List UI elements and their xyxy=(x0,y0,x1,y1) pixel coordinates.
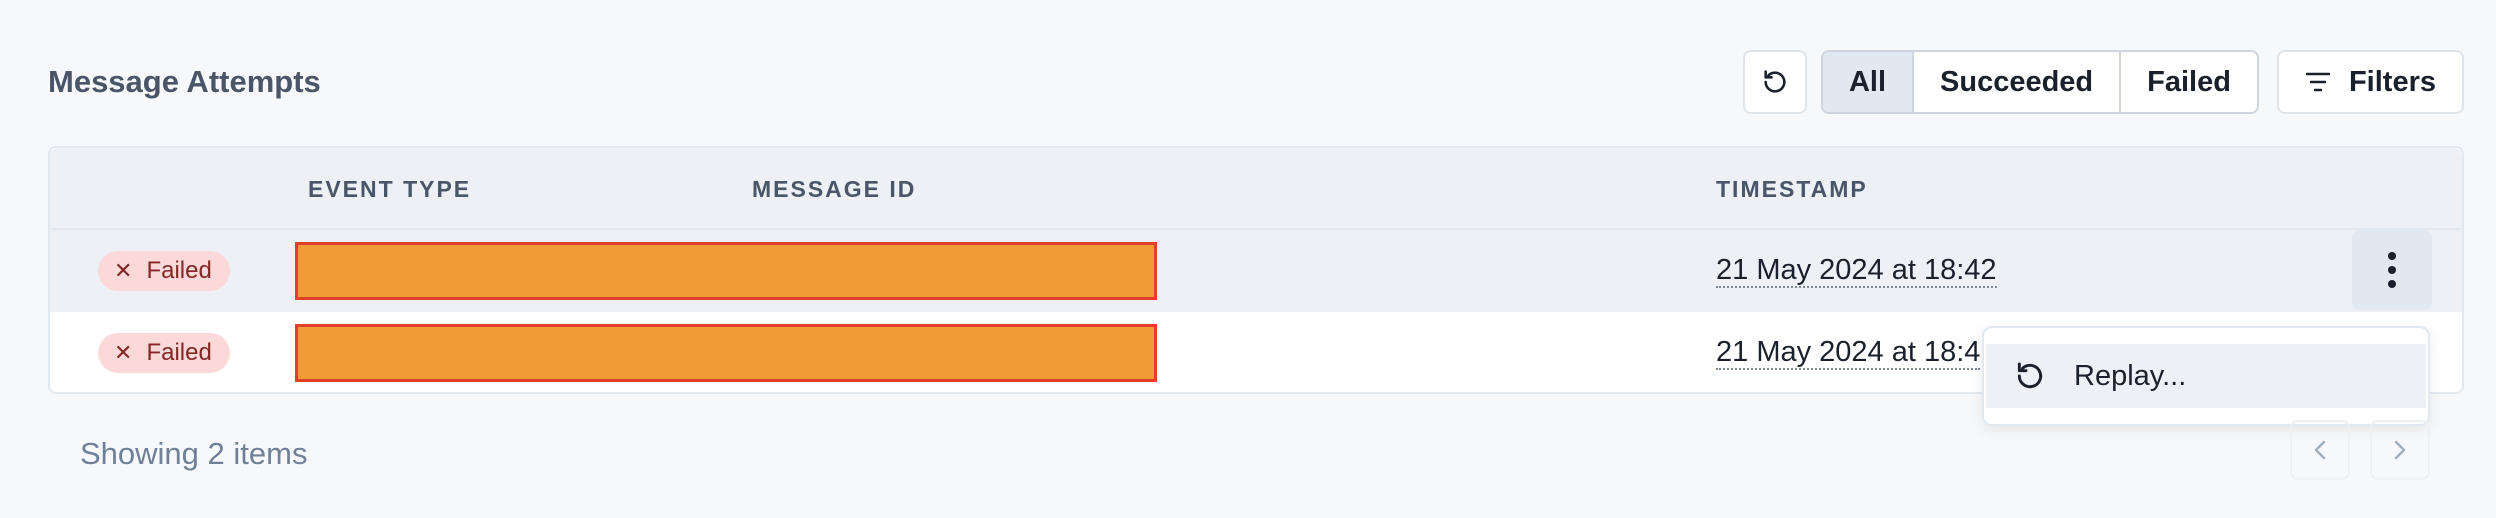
status-badge: ✕ Failed xyxy=(98,251,230,291)
redacted-content xyxy=(295,324,1157,382)
close-icon: ✕ xyxy=(114,340,133,365)
timestamp[interactable]: 21 May 2024 at 18:4 xyxy=(1716,336,1981,370)
item-count: Showing 2 items xyxy=(80,436,308,471)
status-label: Failed xyxy=(146,257,212,284)
status-badge: ✕ Failed xyxy=(98,333,230,373)
chevron-right-icon xyxy=(2394,440,2406,460)
row-actions-button[interactable] xyxy=(2352,230,2432,310)
segment-succeeded[interactable]: Succeeded xyxy=(1914,52,2122,112)
filters-button[interactable]: Filters xyxy=(2276,50,2464,114)
column-event-type: EVENT TYPE xyxy=(308,176,472,202)
filter-icon xyxy=(2305,72,2331,92)
table-header: EVENT TYPE MESSAGE ID TIMESTAMP xyxy=(50,148,2462,230)
column-timestamp: TIMESTAMP xyxy=(1716,176,1868,202)
menu-item-replay[interactable]: Replay... xyxy=(1986,344,2426,408)
next-page-button[interactable] xyxy=(2370,420,2430,480)
toolbar: All Succeeded Failed Filters xyxy=(1742,50,2464,114)
replay-icon xyxy=(2017,362,2043,389)
filters-label: Filters xyxy=(2348,65,2436,98)
redacted-content xyxy=(295,242,1157,300)
segment-all[interactable]: All xyxy=(1822,52,1915,112)
refresh-icon xyxy=(1764,70,1786,93)
row-actions-menu: Replay... xyxy=(1982,326,2430,426)
close-icon: ✕ xyxy=(114,258,133,283)
timestamp[interactable]: 21 May 2024 at 18:42 xyxy=(1716,254,1997,288)
menu-item-label: Replay... xyxy=(2074,359,2187,392)
status-label: Failed xyxy=(146,339,212,366)
page-title: Message Attempts xyxy=(48,64,321,99)
more-vertical-icon xyxy=(2388,252,2396,288)
status-filter-segmented-control: All Succeeded Failed xyxy=(1820,50,2259,114)
chevron-left-icon xyxy=(2314,440,2326,460)
table-row[interactable]: ✕ Failed 21 May 2024 at 18:42 xyxy=(50,230,2462,312)
segment-failed[interactable]: Failed xyxy=(2121,52,2257,112)
previous-page-button[interactable] xyxy=(2290,420,2350,480)
column-message-id: MESSAGE ID xyxy=(752,176,917,202)
refresh-button[interactable] xyxy=(1742,50,1807,114)
